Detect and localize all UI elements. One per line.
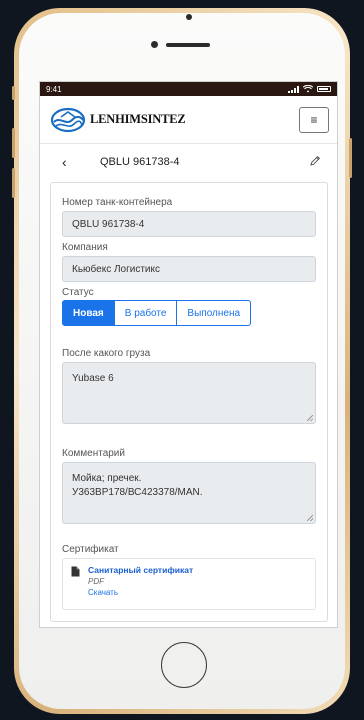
app-screen: 9:41 LENHIMSINTEZ ≡ ‹ QBLU 961738-4 Номе… [40, 82, 337, 627]
file-icon [71, 566, 80, 577]
cargo-textarea[interactable]: Yubase 6 [62, 362, 316, 424]
status-in-progress-button[interactable]: В работе [113, 300, 178, 326]
battery-icon [317, 86, 331, 92]
status-done-button[interactable]: Выполнена [176, 300, 252, 326]
volume-down-button [12, 168, 15, 198]
page-header: ‹ QBLU 961738-4 [40, 144, 337, 180]
navbar: LENHIMSINTEZ ≡ [40, 96, 337, 144]
status-new-button[interactable]: Новая [62, 300, 115, 326]
pencil-icon[interactable] [309, 155, 321, 167]
download-link[interactable]: Скачать [88, 588, 193, 597]
hamburger-icon: ≡ [310, 112, 318, 127]
certificate-item: Санитарный сертификат PDF Скачать [62, 558, 316, 610]
logo-icon [50, 107, 86, 132]
company-label: Компания [62, 242, 108, 253]
earpiece-speaker [166, 43, 210, 47]
status-bar: 9:41 [40, 82, 337, 96]
comment-label: Комментарий [62, 448, 125, 459]
resize-handle[interactable] [307, 415, 313, 421]
container-number-field[interactable]: QBLU 961738-4 [62, 211, 316, 237]
wifi-icon [303, 85, 313, 93]
certificate-type: PDF [88, 577, 104, 586]
front-camera [151, 41, 158, 48]
company-field[interactable]: Кьюбекс Логистикс [62, 256, 316, 282]
home-button[interactable] [161, 642, 207, 688]
page-title: QBLU 961738-4 [100, 156, 180, 168]
cargo-label: После какого груза [62, 348, 151, 359]
status-button-group: Новая В работе Выполнена [62, 300, 316, 326]
status-label: Статус [62, 287, 94, 298]
brand-logo[interactable]: LENHIMSINTEZ [50, 107, 186, 133]
power-button [349, 138, 352, 178]
signal-icon [288, 85, 299, 93]
resize-handle[interactable] [307, 515, 313, 521]
brand-name: LENHIMSINTEZ [90, 112, 186, 126]
container-number-label: Номер танк-контейнера [62, 197, 173, 208]
comment-line: Мойка; пречек. [72, 473, 142, 484]
chevron-left-icon[interactable]: ‹ [62, 154, 88, 170]
comment-textarea[interactable]: Мойка; пречек. У363ВР178/ВС423378/MAN. [62, 462, 316, 524]
mute-switch [12, 86, 15, 100]
details-card: Номер танк-контейнера QBLU 961738-4 Комп… [50, 182, 328, 622]
camera-dot [186, 14, 192, 20]
certificate-title[interactable]: Санитарный сертификат [88, 565, 193, 575]
comment-line: У363ВР178/ВС423378/MAN. [72, 487, 203, 498]
status-time: 9:41 [46, 84, 62, 94]
volume-up-button [12, 128, 15, 158]
menu-toggle-button[interactable]: ≡ [299, 106, 329, 133]
certificate-label: Сертификат [62, 544, 119, 555]
